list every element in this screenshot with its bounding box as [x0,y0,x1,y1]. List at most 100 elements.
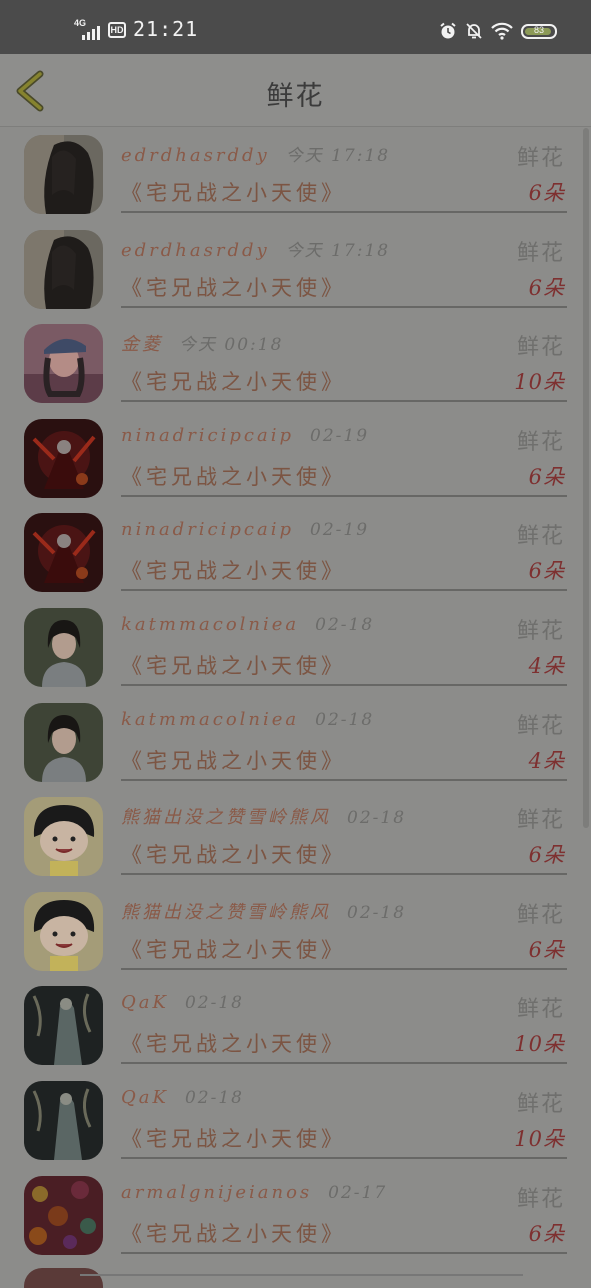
username[interactable]: edrdhasrddy [121,145,270,166]
gift-count: 6朵 [528,937,565,962]
avatar[interactable] [24,702,103,782]
gift-count: 10朵 [514,1032,565,1057]
avatar[interactable] [24,1080,103,1160]
gift-count: 4朵 [528,653,565,678]
gift-type: 鲜花 [516,240,565,266]
username[interactable]: 金菱 [121,334,163,355]
username[interactable]: katmmacolniea [121,709,299,730]
gift-count: 10朵 [514,1126,565,1151]
row-divider [121,400,567,403]
username[interactable]: QaK [121,1087,169,1108]
avatar[interactable] [24,891,103,971]
alarm-icon [440,22,456,39]
list-item[interactable]: katmmacolniea 02-18 鲜花 《宅兄战之小天使》 4朵 [0,695,591,790]
row-divider [121,778,567,781]
hd-icon: HD [108,22,126,38]
timestamp: 今天 17:18 [285,146,391,166]
book-title[interactable]: 《宅兄战之小天使》 [121,177,346,207]
row-divider [121,305,567,308]
timestamp: 02-18 [315,614,375,635]
book-title[interactable]: 《宅兄战之小天使》 [121,650,346,680]
row-divider [121,589,567,592]
username[interactable]: 熊猫出没之赞雪岭熊风 [121,807,331,828]
username[interactable]: ninadricipcaip [121,425,294,446]
list-item[interactable]: katmmacolniea 02-18 鲜花 《宅兄战之小天使》 4朵 [0,600,591,695]
username[interactable]: QaK [121,992,169,1013]
row-divider [121,494,567,497]
gift-type: 鲜花 [516,1091,565,1117]
avatar[interactable] [24,607,103,687]
timestamp: 02-19 [310,425,370,446]
book-title[interactable]: 《宅兄战之小天使》 [121,839,346,869]
row-divider [121,211,567,213]
status-bar: 4G HD 21:21 83 [0,0,591,54]
timestamp: 02-17 [328,1182,388,1203]
list-item[interactable]: ninadricipcaip 02-19 鲜花 《宅兄战之小天使》 6朵 [0,411,591,506]
avatar[interactable] [24,1175,103,1255]
gift-type: 鲜花 [516,1186,565,1212]
row-divider [121,1251,567,1254]
avatar[interactable] [24,324,103,404]
book-title[interactable]: 《宅兄战之小天使》 [121,1028,346,1058]
gift-type: 鲜花 [516,524,565,550]
row-divider [121,683,567,686]
book-title[interactable]: 《宅兄战之小天使》 [121,366,346,396]
list-item[interactable]: 熊猫出没之赞雪岭熊风 02-18 鲜花 《宅兄战之小天使》 6朵 [0,884,591,979]
list-item[interactable]: 熊猫出没之赞雪岭熊风 02-18 鲜花 《宅兄战之小天使》 6朵 [0,789,591,884]
gift-list: edrdhasrddy 今天 17:18 鲜花 《宅兄战之小天使》 6朵 edrdhasr… [0,127,591,1262]
timestamp: 02-18 [184,1087,244,1108]
gift-type: 鲜花 [516,429,565,455]
list-divider-partial [80,1274,523,1276]
list-item[interactable]: edrdhasrddy 今天 17:18 鲜花《宅兄战之小天使》 6朵 [0,127,591,222]
gift-type: 鲜花 [516,808,565,834]
avatar[interactable] [24,229,103,309]
book-title[interactable]: 《宅兄战之小天使》 [121,934,346,964]
avatar[interactable] [24,513,103,593]
wifi-icon [491,22,513,40]
list-item[interactable]: armalgnijeianos 02-17 鲜花《宅兄战之小天使》 6朵 [0,1168,591,1263]
list-item[interactable]: ninadricipcaip 02-19 鲜花《宅兄战之小天使》 6朵 [0,505,591,600]
row-divider [121,1156,567,1159]
timestamp: 今天 00:18 [179,335,284,356]
gift-count: 6朵 [528,181,565,205]
avatar[interactable] [24,418,103,498]
username[interactable]: katmmacolniea [121,614,299,635]
username[interactable]: 熊猫出没之赞雪岭熊风 [121,902,331,923]
row-divider [121,967,567,970]
username[interactable]: armalgnijeianos [121,1182,312,1203]
username[interactable]: edrdhasrddy [121,240,270,261]
nav-bar: 鲜花 [0,54,591,127]
timestamp: 今天 17:18 [285,240,391,261]
book-title[interactable]: 《宅兄战之小天使》 [121,555,346,585]
gift-type: 鲜花 [516,902,565,928]
gift-type: 鲜花 [516,335,565,361]
gift-count: 10朵 [514,370,565,395]
gift-type: 鲜花 [516,997,565,1023]
avatar[interactable] [24,986,103,1066]
book-title[interactable]: 《宅兄战之小天使》 [121,461,346,491]
list-item[interactable]: 金菱 今天 00:18 鲜花《宅兄战之小天使》 10朵 [0,316,591,411]
gift-count: 6朵 [528,1221,565,1246]
gift-count: 6朵 [528,559,565,584]
book-title[interactable]: 《宅兄战之小天使》 [121,1123,346,1153]
book-title[interactable]: 《宅兄战之小天使》 [121,745,346,775]
avatar-partial [24,1268,103,1288]
timestamp: 02-18 [315,709,375,730]
list-item[interactable]: QaK 02-18 鲜花《宅兄战之小天使》 10朵 [0,1073,591,1168]
scrollbar[interactable] [583,128,589,828]
book-title[interactable]: 《宅兄战之小天使》 [121,272,346,302]
page-title: 鲜花 [266,81,325,112]
timestamp: 02-19 [310,520,370,541]
list-item[interactable]: QaK 02-18 鲜花 《宅兄战之小天使》 10朵 [0,978,591,1073]
row-divider [121,1062,567,1065]
avatar[interactable] [24,797,103,877]
gift-count: 6朵 [528,275,565,300]
bell-off-icon [466,23,482,39]
gift-count: 4朵 [528,748,565,773]
gift-type: 鲜花 [516,146,565,171]
username[interactable]: ninadricipcaip [121,519,294,540]
book-title[interactable]: 《宅兄战之小天使》 [121,1218,346,1248]
avatar[interactable] [24,135,103,214]
list-item[interactable]: edrdhasrddy 今天 17:18 鲜花《宅兄战之小天使》 6朵 [0,222,591,317]
status-time: 21:21 [133,17,199,41]
